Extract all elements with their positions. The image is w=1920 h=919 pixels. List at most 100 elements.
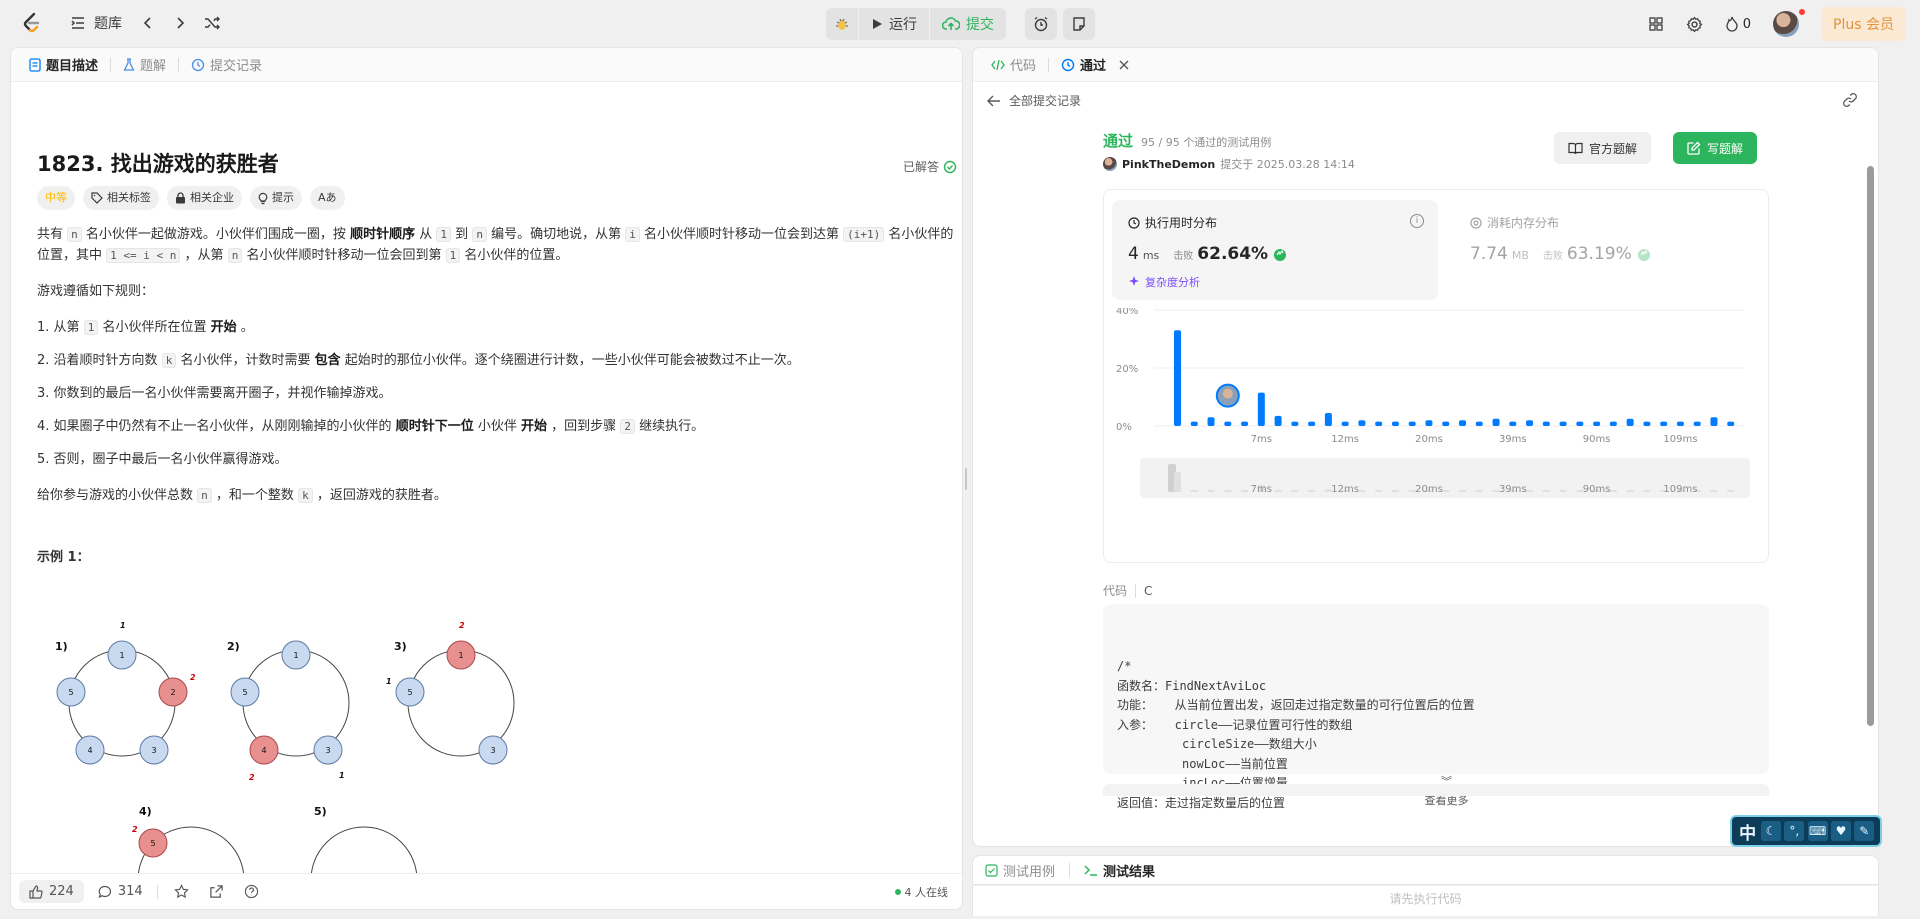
- svg-text:3: 3: [151, 746, 156, 755]
- comment-count: 314: [117, 884, 143, 899]
- svg-text:4: 4: [261, 746, 266, 755]
- code-label: 代码: [1103, 584, 1128, 598]
- problem-list-button[interactable]: 题库: [66, 7, 126, 39]
- punctuation-icon[interactable]: °,: [1784, 821, 1805, 841]
- chart-bar: [1257, 392, 1265, 426]
- problem-scrollbar[interactable]: [962, 134, 963, 454]
- layout-icon[interactable]: [1648, 16, 1664, 32]
- chart-bar: [1324, 412, 1332, 426]
- next-problem-button[interactable]: [164, 7, 196, 39]
- svg-text:5: 5: [407, 688, 412, 697]
- clock-icon: [1128, 216, 1140, 229]
- submission-username[interactable]: PinkTheDemon: [1122, 158, 1215, 171]
- tab-test-cases[interactable]: 测试用例: [985, 861, 1055, 880]
- streak-counter[interactable]: 0: [1725, 16, 1751, 32]
- problem-content: 已解答 1823. 找出游戏的获胜者 中等 相关标签 相关企业 提示 Aあ 共有: [37, 90, 957, 568]
- chart-bar: [1660, 421, 1668, 426]
- write-solution-button[interactable]: 写题解: [1673, 132, 1758, 164]
- related-companies-chip[interactable]: 相关企业: [167, 186, 242, 210]
- official-solution-button[interactable]: 官方题解: [1554, 132, 1652, 164]
- chart-bar: [1693, 421, 1701, 426]
- debug-button[interactable]: [826, 8, 859, 40]
- settings-gear-icon[interactable]: [1686, 16, 1703, 33]
- brush-bar: [1727, 490, 1735, 492]
- submit-button[interactable]: 提交: [930, 8, 1006, 40]
- brush-bar: [1375, 490, 1383, 492]
- chart-bar: [1475, 421, 1483, 426]
- hint-chip[interactable]: 提示: [250, 186, 302, 210]
- fire-icon: [1726, 16, 1738, 32]
- complexity-analysis-link[interactable]: 复杂度分析: [1128, 274, 1200, 290]
- y-tick-label: 40%: [1116, 308, 1138, 317]
- tab-code[interactable]: 代码: [985, 48, 1042, 82]
- step-label-2: 2): [227, 640, 240, 653]
- star-icon[interactable]: [173, 884, 189, 899]
- svg-text:5: 5: [242, 688, 247, 697]
- submission-scrollbar[interactable]: [1867, 166, 1874, 726]
- brush-bar: [1559, 490, 1567, 492]
- tab-description[interactable]: 题目描述: [23, 48, 104, 82]
- x-tick-label: 12ms: [1331, 434, 1359, 445]
- ime-toolbar[interactable]: 中 ☾ °, ⌨ ♥ ✎: [1730, 815, 1882, 847]
- code-viewer[interactable]: /* 函数名：FindNextAviLoc 功能： 从当前位置出发，返回走过指定数量…: [1103, 604, 1769, 810]
- keyboard-icon[interactable]: ⌨: [1807, 821, 1828, 841]
- run-submit-group: 运行 提交: [826, 8, 1006, 40]
- submit-label: 提交: [966, 17, 994, 33]
- next-section-preview: [1103, 784, 1769, 796]
- timer-button[interactable]: [1025, 8, 1057, 40]
- alarm-clock-icon: [1034, 16, 1048, 32]
- test-panel: 测试用例 测试结果: [972, 855, 1879, 885]
- official-solution-label: 官方题解: [1589, 141, 1638, 156]
- comments-button[interactable]: 314: [94, 884, 147, 899]
- code-line: 函数名：FindNextAviLoc: [1117, 678, 1267, 693]
- tab-solutions[interactable]: 题解: [117, 48, 172, 82]
- leetcode-logo[interactable]: [20, 11, 44, 35]
- help-circle-icon[interactable]: [244, 884, 259, 899]
- arrow-left-icon: [987, 95, 1000, 106]
- clap-icon: [1274, 249, 1287, 261]
- skin-icon[interactable]: ♥: [1830, 821, 1851, 841]
- ime-mode[interactable]: 中: [1738, 821, 1758, 844]
- svg-text:3: 3: [325, 746, 330, 755]
- brush-bar: [1174, 472, 1181, 492]
- user-avatar[interactable]: [1773, 9, 1806, 37]
- link-icon[interactable]: [1842, 92, 1858, 108]
- moon-icon[interactable]: ☾: [1760, 821, 1781, 841]
- wrench-icon[interactable]: ✎: [1854, 821, 1875, 841]
- x-tick-label: 20ms: [1415, 434, 1443, 445]
- random-problem-button[interactable]: [196, 7, 228, 39]
- brush-bar: [1274, 489, 1282, 492]
- close-icon[interactable]: [1119, 60, 1129, 70]
- run-button[interactable]: 运行: [859, 8, 930, 40]
- x-tick-label: 90ms: [1583, 434, 1611, 445]
- tab-test-result[interactable]: 测试结果: [1084, 861, 1155, 880]
- chart-bar: [1190, 421, 1198, 426]
- brush-bar: [1241, 490, 1249, 492]
- sparkle-icon: [1129, 276, 1139, 286]
- back-label: 全部提交记录: [1009, 94, 1082, 108]
- panel-resize-handle[interactable]: [965, 468, 967, 490]
- related-tags-chip[interactable]: 相关标签: [83, 186, 159, 210]
- like-button[interactable]: 224: [19, 880, 84, 903]
- run-code-hint: 请先执行代码: [972, 886, 1879, 916]
- problem-panel: 题目描述 题解 提交记录 已解答 1823. 找出游戏的获胜者 中等 相关标签: [10, 47, 963, 910]
- prev-problem-button[interactable]: [132, 7, 164, 39]
- back-to-submissions[interactable]: 全部提交记录: [987, 92, 1081, 109]
- runtime-distribution-chart[interactable]: 0% 20% 40% 7ms 12ms 20ms 39ms 90ms 109ms 7ms 12ms 2…: [1104, 308, 1770, 558]
- translate-chip[interactable]: Aあ: [310, 186, 345, 210]
- problem-description: 共有 n 名小伙伴一起做游戏。小伙伴们围成一圈，按 顺时针顺序 从 1 到 n …: [37, 224, 957, 568]
- step-label-4: 4): [139, 805, 152, 818]
- plus-membership-button[interactable]: Plus 会员: [1821, 7, 1906, 41]
- info-icon[interactable]: i: [1410, 214, 1424, 228]
- comment-icon: [98, 885, 111, 898]
- chart-bar: [1341, 421, 1349, 426]
- solved-label: 已解答: [902, 160, 939, 174]
- memory-box[interactable]: 消耗内存分布 7.74 MB 击败 63.19%: [1454, 200, 1754, 300]
- runtime-box[interactable]: 执行用时分布 i 4 ms 击败 62.64% 复杂度分析: [1112, 200, 1438, 300]
- tab-submissions[interactable]: 提交记录: [185, 48, 268, 82]
- brush-bar: [1207, 490, 1215, 492]
- share-icon[interactable]: [209, 884, 224, 899]
- notes-button[interactable]: [1063, 8, 1095, 40]
- history-icon: [1061, 58, 1075, 71]
- tab-accepted[interactable]: 通过: [1055, 48, 1135, 82]
